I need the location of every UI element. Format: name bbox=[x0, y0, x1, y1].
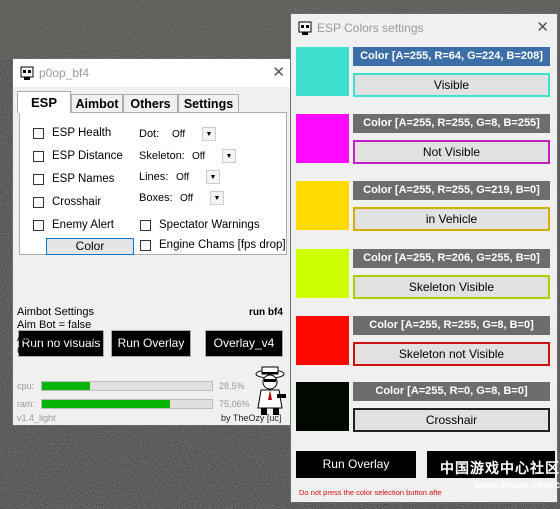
chevron-down-icon[interactable]: ▼ bbox=[222, 149, 236, 163]
dropdown-label: Skeleton: bbox=[139, 150, 185, 162]
dropdown-value: Off bbox=[176, 171, 190, 183]
info-line: Aim Bot = false bbox=[17, 319, 92, 331]
checkbox-label: ESP Names bbox=[52, 173, 115, 185]
crosshair-checkbox[interactable]: Crosshair bbox=[33, 194, 101, 210]
dropdown-label: Lines: bbox=[139, 171, 169, 183]
chevron-down-icon[interactable]: ▼ bbox=[206, 170, 220, 184]
color-button[interactable]: Color bbox=[46, 238, 134, 255]
skeleton-not-visible-color-button[interactable]: Skeleton not Visible bbox=[353, 342, 550, 366]
esp-health-checkbox[interactable]: ESP Health bbox=[33, 125, 111, 141]
checkbox-box[interactable] bbox=[33, 196, 44, 208]
run-overlay-button[interactable]: Run Overlay bbox=[111, 330, 191, 357]
dot-dropdown[interactable]: Dot: Off ▼ bbox=[139, 126, 216, 142]
author-label: by TheOzy [uc] bbox=[221, 413, 282, 423]
tab-others[interactable]: Others bbox=[123, 94, 178, 112]
color-value-label[interactable]: Color [A=255, R=255, G=8, B=255] bbox=[353, 114, 550, 133]
dropdown-value: Off bbox=[192, 150, 206, 162]
color-swatch-crosshair[interactable] bbox=[296, 382, 349, 431]
ram-percent: 75,06% bbox=[219, 399, 250, 409]
cpu-progress-fill bbox=[42, 382, 91, 390]
close-icon[interactable]: ✕ bbox=[536, 18, 549, 36]
skeleton-dropdown[interactable]: Skeleton: Off ▼ bbox=[139, 148, 236, 164]
color-swatch-not-visible[interactable] bbox=[296, 114, 349, 163]
ram-label: ram: bbox=[17, 399, 35, 409]
overlay-v4-button[interactable]: Overlay_v4 bbox=[205, 330, 283, 357]
color-swatch-skeleton-not-visible[interactable] bbox=[296, 316, 349, 365]
color-value-label[interactable]: Color [A=255, R=0, G=8, B=0] bbox=[353, 382, 550, 401]
cpu-progress-bar bbox=[41, 381, 213, 391]
checkbox-box[interactable] bbox=[33, 150, 44, 162]
status-label: run bf4 bbox=[249, 307, 283, 318]
info-line: Aim Bone = Head bbox=[17, 332, 104, 344]
dropdown-value: Off bbox=[180, 192, 194, 204]
color-swatch-visible[interactable] bbox=[296, 47, 349, 96]
tab-esp[interactable]: ESP bbox=[17, 91, 71, 113]
ram-progress-bar bbox=[41, 399, 213, 409]
checkbox-label: Enemy Alert bbox=[52, 219, 114, 231]
boxes-dropdown[interactable]: Boxes: Off ▼ bbox=[139, 190, 224, 206]
color-value-label[interactable]: Color [A=255, R=255, G=219, B=0] bbox=[353, 181, 550, 200]
spectator-warnings-checkbox[interactable]: Spectator Warnings bbox=[140, 217, 260, 233]
enemy-alert-checkbox[interactable]: Enemy Alert bbox=[33, 217, 114, 233]
window-title: ESP Colors settings bbox=[317, 21, 424, 35]
in-vehicle-color-button[interactable]: in Vehicle bbox=[353, 207, 550, 231]
tab-aimbot[interactable]: Aimbot bbox=[71, 94, 123, 112]
checkbox-box[interactable] bbox=[140, 219, 151, 231]
title-bar[interactable]: ESP Colors settings ✕ bbox=[291, 14, 557, 42]
gangster-mascot-icon bbox=[255, 366, 286, 415]
checkbox-box[interactable] bbox=[33, 127, 44, 139]
color-value-label[interactable]: Color [A=255, R=255, G=8, B=0] bbox=[353, 316, 550, 335]
app-skull-icon bbox=[298, 21, 312, 35]
chevron-down-icon[interactable]: ▼ bbox=[202, 127, 216, 141]
watermark-url: www.steam.com.cn bbox=[474, 480, 560, 491]
site-watermark: 中国游戏中心社区 www.steam.com.cn bbox=[436, 456, 560, 496]
esp-names-checkbox[interactable]: ESP Names bbox=[33, 171, 114, 187]
checkbox-box[interactable] bbox=[33, 219, 44, 231]
dropdown-label: Boxes: bbox=[139, 192, 173, 204]
engine-chams-checkbox[interactable]: Engine Chams [fps drop] bbox=[140, 237, 286, 253]
checkbox-label: Engine Chams [fps drop] bbox=[159, 239, 286, 251]
dropdown-value: Off bbox=[172, 128, 186, 140]
esp-colors-window: ESP Colors settings ✕ Color [A=255, R=64… bbox=[290, 13, 558, 503]
info-line: Aimbot Settings bbox=[17, 306, 95, 318]
lines-dropdown[interactable]: Lines: Off ▼ bbox=[139, 169, 220, 185]
checkbox-label: Spectator Warnings bbox=[159, 219, 260, 231]
color-value-label[interactable]: Color [A=255, R=64, G=224, B=208] bbox=[353, 47, 550, 66]
not-visible-color-button[interactable]: Not Visible bbox=[353, 140, 550, 164]
crosshair-color-button[interactable]: Crosshair bbox=[353, 408, 550, 432]
warning-note: Do not press the color selection button … bbox=[299, 488, 442, 497]
run-overlay-button[interactable]: Run Overlay bbox=[296, 451, 416, 478]
color-swatch-skeleton-visible[interactable] bbox=[296, 249, 349, 298]
visible-color-button[interactable]: Visible bbox=[353, 73, 550, 97]
chevron-down-icon[interactable]: ▼ bbox=[210, 191, 224, 205]
checkbox-box[interactable] bbox=[140, 239, 151, 251]
checkbox-label: ESP Distance bbox=[52, 150, 123, 162]
dropdown-label: Dot: bbox=[139, 128, 160, 140]
cpu-percent: 28,5% bbox=[219, 381, 245, 391]
cpu-label: cpu: bbox=[17, 381, 35, 391]
title-bar[interactable]: p0op_bf4 ✕ bbox=[13, 59, 293, 87]
checkbox-label: Crosshair bbox=[52, 196, 102, 208]
info-line: Color Set. bbox=[17, 345, 66, 357]
close-icon[interactable]: ✕ bbox=[272, 63, 285, 81]
esp-distance-checkbox[interactable]: ESP Distance bbox=[33, 148, 123, 164]
version-label: v1.4_light bbox=[17, 413, 56, 423]
tab-settings[interactable]: Settings bbox=[178, 94, 239, 112]
window-title: p0op_bf4 bbox=[39, 66, 90, 80]
skeleton-visible-color-button[interactable]: Skeleton Visible bbox=[353, 275, 550, 299]
ram-progress-fill bbox=[42, 400, 170, 408]
checkbox-label: ESP Health bbox=[52, 127, 112, 139]
watermark-text: 中国游戏中心社区 bbox=[440, 460, 560, 476]
main-cheat-window: p0op_bf4 ✕ ESP Aimbot Others Settings ES… bbox=[12, 58, 294, 426]
color-value-label[interactable]: Color [A=255, R=206, G=255, B=0] bbox=[353, 249, 550, 268]
app-skull-icon bbox=[20, 66, 34, 80]
checkbox-box[interactable] bbox=[33, 173, 44, 185]
color-swatch-in-vehicle[interactable] bbox=[296, 181, 349, 230]
